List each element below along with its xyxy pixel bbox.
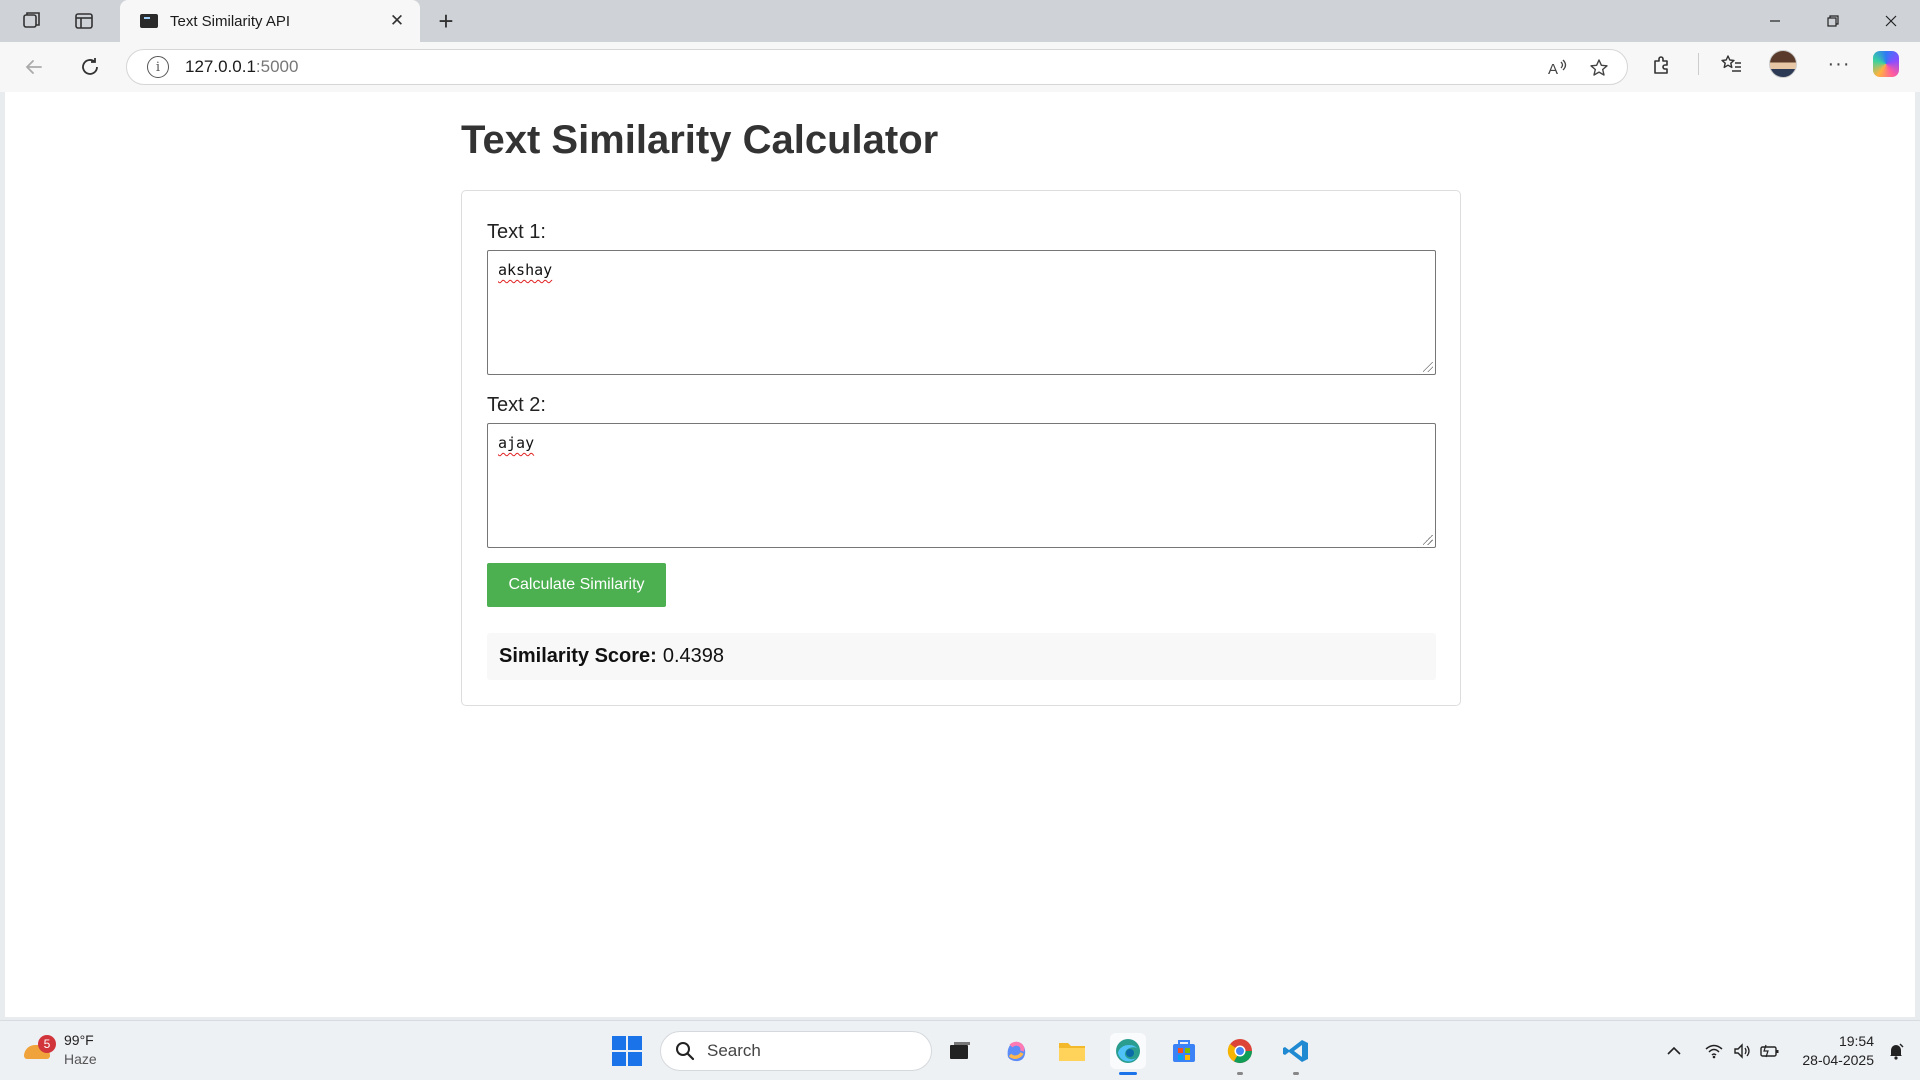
favorites-icon[interactable] — [1717, 50, 1745, 78]
minimize-icon[interactable] — [1746, 0, 1804, 42]
chrome-icon[interactable] — [1222, 1033, 1258, 1075]
back-arrow-icon[interactable] — [16, 51, 52, 83]
refresh-icon[interactable] — [72, 51, 108, 83]
workspaces-icon[interactable] — [14, 6, 50, 36]
text1-label: Text 1: — [487, 221, 546, 243]
clock-time: 19:54 — [1838, 1033, 1874, 1049]
running-indicator — [1293, 1072, 1299, 1075]
read-aloud-icon[interactable]: A — [1543, 54, 1571, 82]
page-title: Text Similarity Calculator — [461, 118, 939, 162]
result-label: Similarity Score: — [499, 645, 657, 667]
address-bar[interactable]: i 127.0.0.1 :5000 A — [126, 49, 1628, 85]
puzzle-icon[interactable] — [1648, 50, 1676, 78]
edge-browser-icon[interactable] — [1110, 1033, 1146, 1075]
info-icon[interactable]: i — [147, 56, 169, 78]
chevron-up-icon[interactable] — [1660, 1037, 1688, 1065]
ms-store-icon[interactable] — [1166, 1033, 1202, 1069]
text2-textarea[interactable]: ajay — [487, 423, 1436, 548]
browser-tab[interactable]: Text Similarity API ✕ — [120, 0, 420, 42]
toolbar-divider — [1698, 53, 1699, 75]
svg-text:A: A — [1548, 61, 1558, 78]
battery-icon[interactable] — [1756, 1037, 1784, 1065]
browser-toolbar: i 127.0.0.1 :5000 A ··· — [0, 42, 1920, 92]
notification-bell-icon[interactable] — [1882, 1037, 1910, 1065]
new-tab-button[interactable]: + — [430, 6, 462, 36]
url-port: :5000 — [255, 57, 299, 76]
calculate-similarity-button[interactable]: Calculate Similarity — [487, 563, 666, 607]
system-tray: 19:54 28-04-2025 — [1660, 1021, 1920, 1080]
task-view-icon[interactable] — [942, 1033, 978, 1069]
tab-actions-icon[interactable] — [66, 6, 102, 36]
terminal-icon — [140, 14, 158, 28]
similarity-form-card: Text 1: akshay Text 2: ajay Calculate Si… — [461, 190, 1461, 706]
close-icon[interactable]: ✕ — [386, 10, 408, 32]
clock-date: 28-04-2025 — [1802, 1052, 1874, 1068]
file-explorer-icon[interactable] — [1054, 1033, 1090, 1069]
copilot-icon[interactable] — [1873, 51, 1899, 77]
weather-condition: Haze — [64, 1051, 97, 1067]
active-indicator — [1119, 1072, 1137, 1075]
volume-icon[interactable] — [1728, 1037, 1756, 1065]
search-placeholder: Search — [707, 1041, 761, 1060]
text2-value: ajay — [498, 434, 535, 452]
similarity-score: 0.4398 — [662, 645, 725, 667]
window-close-icon[interactable] — [1862, 0, 1920, 42]
windows-start-icon[interactable] — [612, 1036, 642, 1066]
copilot-app-icon[interactable] — [998, 1033, 1034, 1069]
search-icon — [676, 1042, 695, 1061]
result-box: Similarity Score: 0.4398 — [487, 633, 1436, 680]
running-indicator — [1237, 1072, 1243, 1075]
wifi-icon[interactable] — [1700, 1037, 1728, 1065]
text1-value: akshay — [498, 261, 553, 279]
weather-widget[interactable]: 5 99°F Haze — [22, 1031, 97, 1069]
resize-handle-icon[interactable] — [1423, 362, 1433, 372]
resize-handle-icon[interactable] — [1423, 535, 1433, 545]
browser-titlebar: Text Similarity API ✕ + — [0, 0, 1920, 42]
star-icon[interactable] — [1585, 54, 1613, 82]
text2-label: Text 2: — [487, 394, 546, 416]
vscode-icon[interactable] — [1278, 1033, 1314, 1075]
taskbar-search[interactable]: Search — [660, 1031, 932, 1071]
weather-temp: 99°F — [64, 1032, 94, 1048]
more-icon[interactable]: ··· — [1825, 50, 1853, 78]
text1-textarea[interactable]: akshay — [487, 250, 1436, 375]
url-host: 127.0.0.1 — [185, 57, 256, 76]
restore-icon[interactable] — [1804, 0, 1862, 42]
windows-taskbar: 5 99°F Haze Search 19:54 28-04-2025 — [0, 1020, 1920, 1080]
taskbar-clock[interactable]: 19:54 28-04-2025 — [1802, 1032, 1874, 1070]
tab-title: Text Similarity API — [170, 12, 291, 30]
weather-icon: 5 — [22, 1035, 56, 1063]
weather-badge: 5 — [38, 1035, 56, 1053]
page-viewport: Text Similarity Calculator Text 1: aksha… — [5, 92, 1915, 1017]
profile-avatar[interactable] — [1769, 50, 1797, 78]
